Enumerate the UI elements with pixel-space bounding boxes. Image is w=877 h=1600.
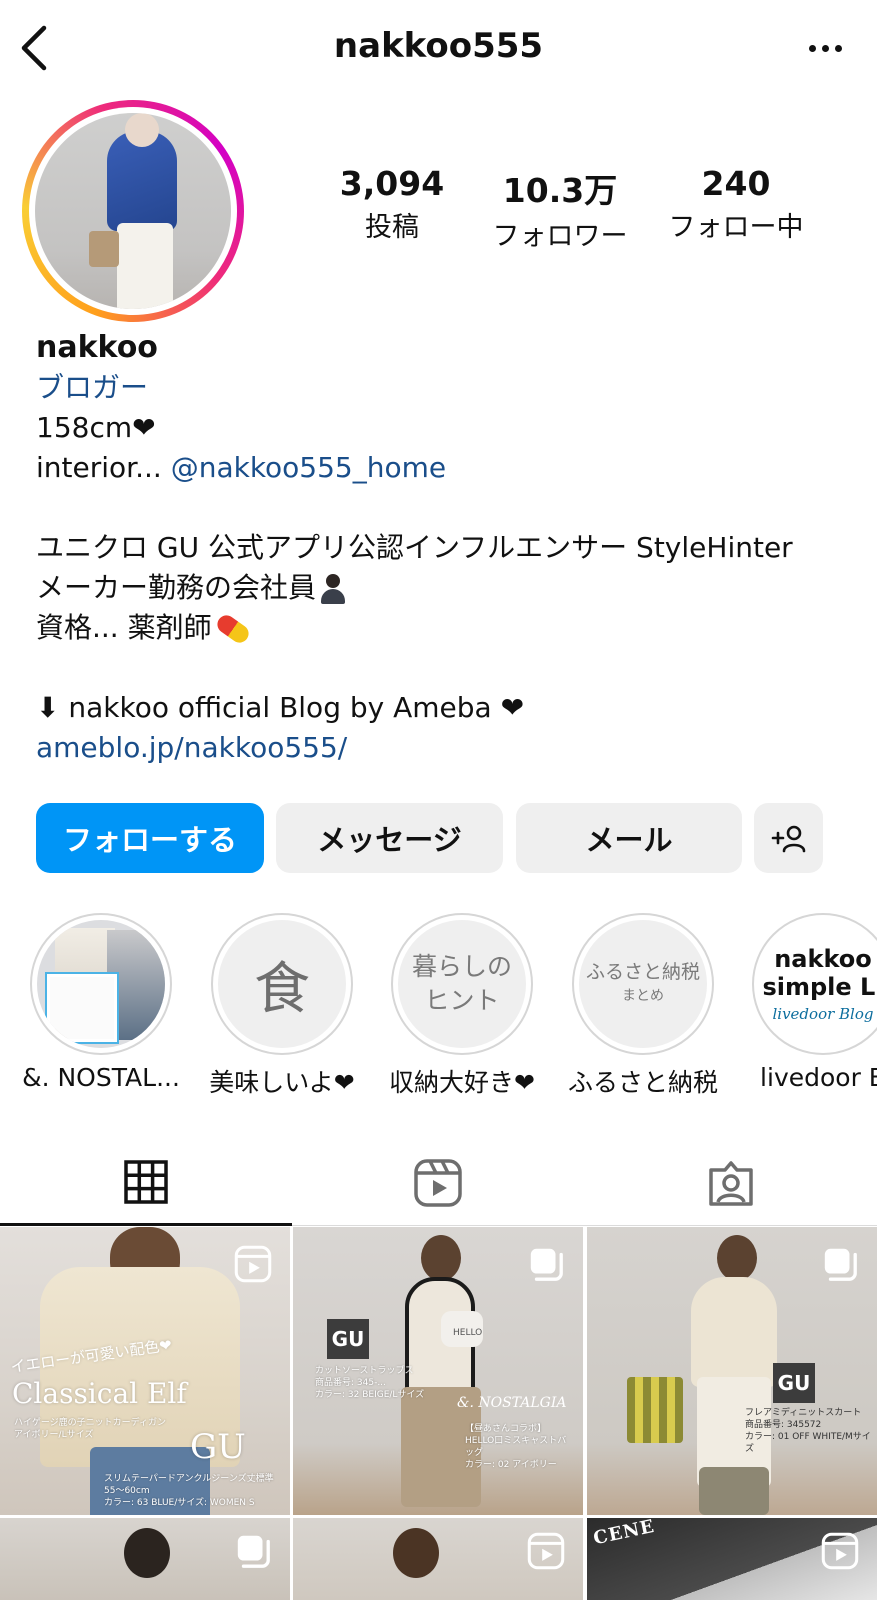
grid-post[interactable]: HELLO GU カットソーストラップス 商品番号: 345-... カラー: … [293, 1227, 583, 1515]
email-button[interactable]: メール [516, 803, 742, 873]
posts-count-value: 3,094 [339, 164, 445, 203]
reels-icon [414, 1159, 462, 1207]
story-highlight[interactable]: 食 美味しいよ❤ [209, 913, 355, 1097]
highlight-cover [37, 920, 165, 1048]
post-overlay-title: Classical Elf [12, 1377, 187, 1410]
grid-icon [124, 1159, 168, 1204]
profile-bio: nakkoo ブロガー 158cm❤ interior... @nakkoo55… [36, 328, 856, 768]
profile-avatar-story-ring[interactable] [22, 100, 244, 322]
reels-icon [527, 1532, 565, 1570]
post-bag-text: HELLO [453, 1328, 483, 1338]
office-worker-emoji-icon [320, 574, 346, 604]
posts-count[interactable]: 3,094 投稿 [322, 164, 462, 244]
add-user-icon [771, 825, 805, 853]
grid-post[interactable]: GU フレアミディニットスカート 商品番号: 345572 カラー: 01 OF… [587, 1227, 877, 1515]
bio-line-license: 資格... 薬剤師 [36, 608, 856, 648]
highlight-cover: 暮らしの ヒント [398, 920, 526, 1048]
reels-icon [234, 1245, 272, 1283]
post-overlay-caption: 【昼あさんコラボ】 HELLO口ミスキャストバッグ カラー: 02 アイボリー [465, 1424, 567, 1470]
carousel-icon [530, 1248, 563, 1281]
following-count-value: 240 [701, 164, 771, 203]
bio-line-job: メーカー勤務の会社員 [36, 568, 856, 608]
carousel-icon [237, 1535, 270, 1568]
post-overlay-brand: &. NOSTALGIA [457, 1395, 567, 1411]
tagged-icon [709, 1161, 753, 1206]
highlight-cover: nakkoo simple Li livedoor Blog [759, 920, 877, 1048]
tab-tagged[interactable] [585, 1140, 877, 1226]
highlight-cover: ふるさと納税 まとめ [579, 920, 707, 1048]
post-overlay-caption: フレアミディニットスカート 商品番号: 345572 カラー: 01 OFF W… [745, 1408, 871, 1454]
tab-posts-grid[interactable] [0, 1140, 292, 1226]
grid-post[interactable]: イエローが可愛い配色❤ Classical Elf ハイゲージ鹿の子ニットカーデ… [0, 1227, 290, 1515]
post-overlay-brand: GU [190, 1427, 246, 1467]
top-bar: nakkoo555 [0, 0, 877, 96]
grid-post[interactable] [0, 1518, 290, 1600]
post-overlay-caption: カットソーストラップス 商品番号: 345-... カラー: 32 BEIGE/… [315, 1366, 425, 1400]
posts-count-label: 投稿 [365, 212, 419, 243]
avatar [35, 113, 231, 309]
carousel-icon [824, 1248, 857, 1281]
following-count[interactable]: 240 フォロー中 [662, 164, 810, 244]
story-highlight[interactable]: nakkoo simple Li livedoor Blog livedoor … [752, 913, 877, 1092]
bio-website-link[interactable]: ameblo.jp/nakkoo555/ [36, 728, 856, 768]
followers-count[interactable]: 10.3万 フォロワー [486, 164, 634, 253]
follow-button[interactable]: フォローする [36, 803, 264, 873]
profile-username-title: nakkoo555 [333, 26, 544, 66]
message-button[interactable]: メッセージ [276, 803, 503, 873]
story-highlight[interactable]: 暮らしの ヒント 収納大好き❤ [389, 913, 535, 1097]
profile-category[interactable]: ブロガー [36, 368, 856, 408]
highlight-label: livedoor B [760, 1063, 877, 1092]
followers-count-value: 10.3万 [502, 171, 618, 210]
gu-logo: GU [327, 1319, 369, 1359]
reels-icon [821, 1532, 859, 1570]
bio-line-interior: interior... @nakkoo555_home [36, 451, 447, 484]
bio-line-blog: ⬇ nakkoo official Blog by Ameba ❤ [36, 691, 525, 724]
story-highlight[interactable]: ふるさと納税 まとめ ふるさと納税 [568, 913, 718, 1097]
highlight-cover: 食 [218, 920, 346, 1048]
grid-post[interactable] [293, 1518, 583, 1600]
following-count-label: フォロー中 [668, 212, 804, 243]
more-horizontal-icon [808, 44, 816, 52]
tab-reels[interactable] [292, 1140, 584, 1226]
profile-display-name: nakkoo [36, 330, 158, 365]
suggested-users-button[interactable] [754, 803, 823, 873]
post-overlay-text: CENE [591, 1518, 657, 1550]
bio-line-height: 158cm❤ [36, 411, 156, 444]
more-options-button[interactable] [803, 36, 847, 60]
pill-emoji-icon [213, 611, 252, 647]
post-overlay-caption: スリムテーパードアンクルジーンズ丈標準55〜60cm カラー: 63 BLUE/… [104, 1474, 274, 1508]
followers-count-label: フォロワー [492, 221, 628, 252]
post-overlay-caption: ハイゲージ鹿の子ニットカーディガン アイボリー/Lサイズ [14, 1418, 167, 1440]
gu-logo: GU [773, 1363, 815, 1403]
profile-content-tabs [0, 1140, 877, 1226]
story-highlight[interactable]: &. NOSTAL... [22, 913, 180, 1092]
grid-post[interactable]: CENE [587, 1518, 877, 1600]
bio-line-influencer: ユニクロ GU 公式アプリ公認インフルエンサー StyleHinter [36, 531, 793, 564]
mention-link[interactable]: @nakkoo555_home [171, 451, 446, 484]
